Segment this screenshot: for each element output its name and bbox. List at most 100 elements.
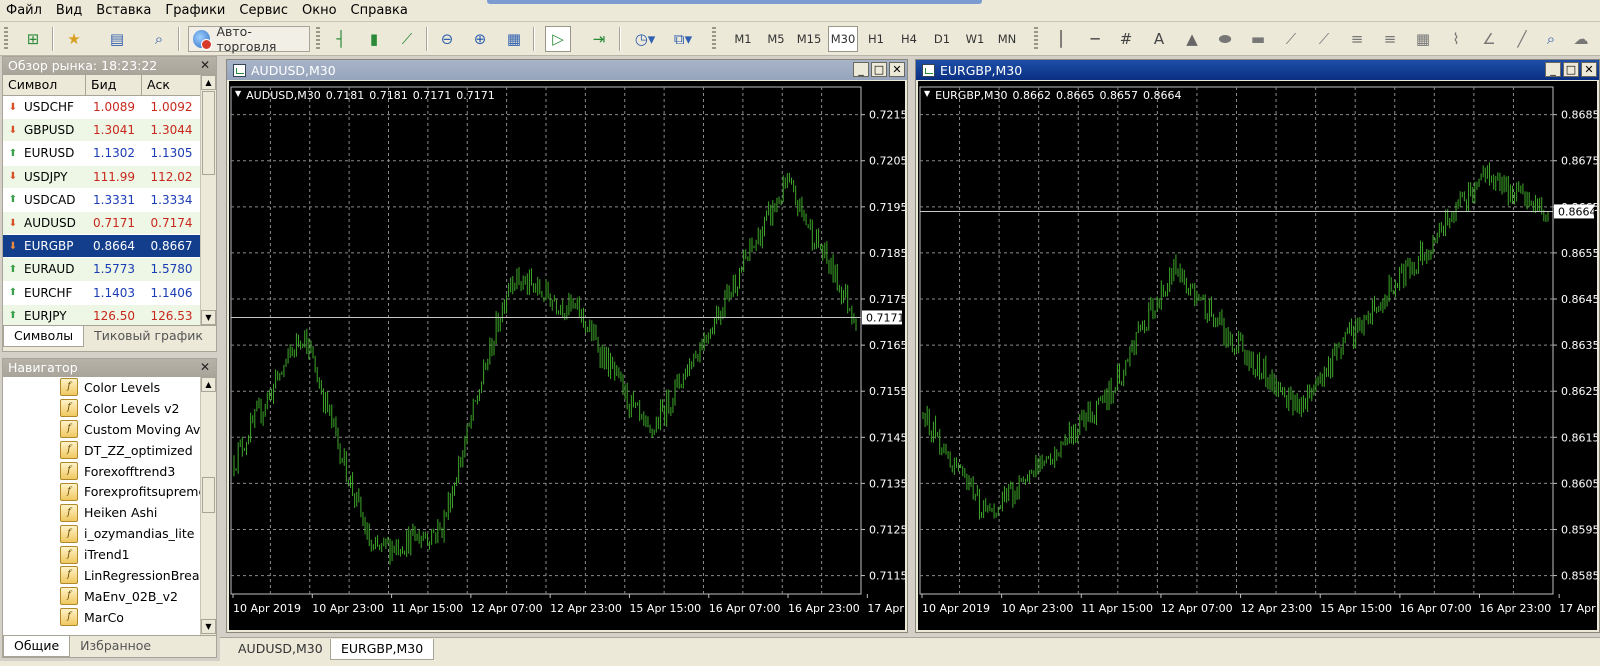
chart-window-titlebar[interactable]: AUDUSD,M30 _ □ ✕ xyxy=(227,60,907,80)
timeframe-m5[interactable]: M5 xyxy=(761,26,791,52)
chart-tab-audusd[interactable]: AUDUSD,M30 xyxy=(228,639,333,660)
market-watch-row[interactable]: ⬇ AUDUSD 0.7171 0.7174 xyxy=(3,211,201,236)
navigator-icon[interactable]: ⌕ xyxy=(146,26,172,52)
market-watch-row[interactable]: ⬇ GBPUSD 1.3041 1.3044 xyxy=(3,119,201,143)
navigator-item[interactable]: f iTrend1 xyxy=(3,544,200,565)
navigator-item[interactable]: f LinRegressionBreak xyxy=(3,565,200,586)
collapse-triangle-icon[interactable]: ▼ xyxy=(924,89,930,102)
chart-canvas[interactable]: 0.8685 0.8675 0.8665 0.8655 0.8645 0.8635 0.86… xyxy=(918,81,1597,630)
fibo-expansion-icon[interactable]: ≡ xyxy=(1377,26,1403,52)
trendline-icon[interactable]: ╱ xyxy=(1509,26,1535,52)
fibo-arcs-icon[interactable]: ⟋ xyxy=(1311,26,1337,52)
navigator-scrollbar[interactable]: ▲ ▼ xyxy=(200,377,216,635)
toolbar-grip[interactable] xyxy=(1034,27,1038,51)
market-watch-row[interactable]: ⬇ EURGBP 0.8664 0.8667 xyxy=(3,235,201,259)
text-tool-icon[interactable]: A xyxy=(1146,26,1172,52)
tab-common[interactable]: Общие xyxy=(3,636,71,657)
market-watch-row[interactable]: ⬆ EURCHF 1.1403 1.1406 xyxy=(3,282,201,305)
col-bid[interactable]: Бид xyxy=(86,75,142,95)
profiles-icon[interactable]: ★ xyxy=(61,26,87,52)
close-icon[interactable]: ✕ xyxy=(889,62,905,77)
navigator-item[interactable]: f i_ozymandias_lite xyxy=(3,523,200,544)
equidistant-channel-icon[interactable]: # xyxy=(1113,26,1139,52)
navigator-item[interactable]: f Forexprofitsupreme xyxy=(3,481,200,502)
triangle-tool-icon[interactable]: ▲ xyxy=(1179,26,1205,52)
tile-windows-icon[interactable]: ▦ xyxy=(501,26,527,52)
market-watch-row[interactable]: ⬆ USDCAD 1.3331 1.3334 xyxy=(3,189,201,212)
line-chart-icon[interactable]: ⟋ xyxy=(394,26,420,52)
tab-tick-chart[interactable]: Тиковый график xyxy=(84,326,213,347)
new-chart-icon[interactable]: ⊞ xyxy=(20,26,46,52)
navigator-item[interactable]: f DT_ZZ_optimized xyxy=(3,440,200,461)
price-chart[interactable]: 0.8685 0.8675 0.8665 0.8655 0.8645 0.8635 0.86… xyxy=(918,81,1597,630)
chart-shift-icon[interactable]: ⇥ xyxy=(586,26,612,52)
zoom-out-icon[interactable]: ⊖ xyxy=(434,26,460,52)
scroll-up-icon[interactable]: ▲ xyxy=(201,377,216,392)
timeframe-h1[interactable]: H1 xyxy=(861,26,891,52)
minimize-icon[interactable]: _ xyxy=(853,62,869,77)
menu-charts[interactable]: Графики xyxy=(158,1,232,21)
collapse-triangle-icon[interactable]: ▼ xyxy=(235,89,241,102)
scroll-up-icon[interactable]: ▲ xyxy=(201,75,216,90)
rectangle-tool-icon[interactable]: ▬ xyxy=(1245,26,1271,52)
periods-dropdown-icon[interactable]: ◷▾ xyxy=(628,26,662,52)
timeframe-m15[interactable]: M15 xyxy=(794,26,824,52)
ellipse-tool-icon[interactable]: ⬬ xyxy=(1212,26,1238,52)
navigator-item[interactable]: f Custom Moving Ave xyxy=(3,419,200,440)
navigator-item[interactable]: f Heiken Ashi xyxy=(3,502,200,523)
market-watch-scrollbar[interactable]: ▲ ▼ xyxy=(200,75,216,325)
search-icon[interactable]: ⌕ xyxy=(1538,26,1564,52)
angle-tool-icon[interactable]: ∠ xyxy=(1476,26,1502,52)
candlestick-icon[interactable]: ▮ xyxy=(361,26,387,52)
chart-window-audusd[interactable]: AUDUSD,M30 _ □ ✕ 0.7215 0.7205 0.7195 0.718… xyxy=(226,59,908,633)
menu-insert[interactable]: Вставка xyxy=(89,1,158,21)
navigator-item[interactable]: f Color Levels v2 xyxy=(3,398,200,419)
menu-file[interactable]: Файл xyxy=(0,1,49,21)
navigator-item[interactable]: f MaEnv_02B_v2 xyxy=(3,586,200,607)
fibo-fan-icon[interactable]: ⟋ xyxy=(1278,26,1304,52)
market-watch-icon[interactable]: ▤ xyxy=(104,26,130,52)
close-icon[interactable]: ✕ xyxy=(198,360,212,374)
timeframe-w1[interactable]: W1 xyxy=(960,26,990,52)
scroll-thumb[interactable] xyxy=(202,91,215,175)
timeframe-m30[interactable]: M30 xyxy=(828,26,858,52)
fibo-retracement-icon[interactable]: ≡ xyxy=(1344,26,1370,52)
scroll-thumb[interactable] xyxy=(202,477,215,513)
scroll-down-icon[interactable]: ▼ xyxy=(201,310,216,325)
chart-window-titlebar[interactable]: EURGBP,M30 _ □ ✕ xyxy=(916,60,1599,80)
minimize-icon[interactable]: _ xyxy=(1545,62,1561,77)
templates-dropdown-icon[interactable]: ⧉▾ xyxy=(666,26,700,52)
navigator-item[interactable]: f Color Levels xyxy=(3,377,200,398)
navigator-item[interactable]: f Forexofftrend3 xyxy=(3,461,200,482)
gann-grid-icon[interactable]: ▦ xyxy=(1410,26,1436,52)
chart-tab-eurgbp[interactable]: EURGBP,M30 xyxy=(330,639,435,660)
market-watch-row[interactable]: ⬆ EURAUD 1.5773 1.5780 xyxy=(3,258,201,282)
tab-favorites[interactable]: Избранное xyxy=(70,636,161,657)
toolbar-grip[interactable] xyxy=(4,27,8,51)
vertical-line-icon[interactable]: │ xyxy=(1048,26,1074,52)
timeframe-d1[interactable]: D1 xyxy=(927,26,957,52)
menu-tools[interactable]: Сервис xyxy=(232,1,295,21)
toolbar-grip[interactable] xyxy=(712,27,716,51)
bar-chart-icon[interactable]: ┤ xyxy=(328,26,354,52)
zoom-in-icon[interactable]: ⊕ xyxy=(467,26,493,52)
chart-canvas[interactable]: 0.7215 0.7205 0.7195 0.7185 0.7175 0.7165 0.71… xyxy=(229,81,905,630)
timeframe-h4[interactable]: H4 xyxy=(894,26,924,52)
chart-window-eurgbp[interactable]: EURGBP,M30 _ □ ✕ 0.8685 0.8675 0.8665 0.865… xyxy=(915,59,1600,633)
col-ask[interactable]: Аск xyxy=(142,75,201,95)
menu-view[interactable]: Вид xyxy=(49,1,89,21)
toolbar-grip[interactable] xyxy=(316,27,320,51)
maximize-icon[interactable]: □ xyxy=(1563,62,1579,77)
menu-window[interactable]: Окно xyxy=(295,1,344,21)
chat-icon[interactable]: ☁ xyxy=(1568,26,1594,52)
market-watch-row[interactable]: ⬆ EURUSD 1.1302 1.1305 xyxy=(3,142,201,166)
close-icon[interactable]: ✕ xyxy=(198,58,212,72)
horizontal-line-icon[interactable]: ─ xyxy=(1082,26,1108,52)
menu-help[interactable]: Справка xyxy=(344,1,415,21)
maximize-icon[interactable]: □ xyxy=(871,62,887,77)
price-chart[interactable]: 0.7215 0.7205 0.7195 0.7185 0.7175 0.7165 0.71… xyxy=(229,81,905,630)
scroll-down-icon[interactable]: ▼ xyxy=(201,619,216,634)
tab-symbols[interactable]: Символы xyxy=(3,326,85,347)
col-symbol[interactable]: Символ xyxy=(3,75,86,95)
elliott-wave-icon[interactable]: ⌇ xyxy=(1443,26,1469,52)
